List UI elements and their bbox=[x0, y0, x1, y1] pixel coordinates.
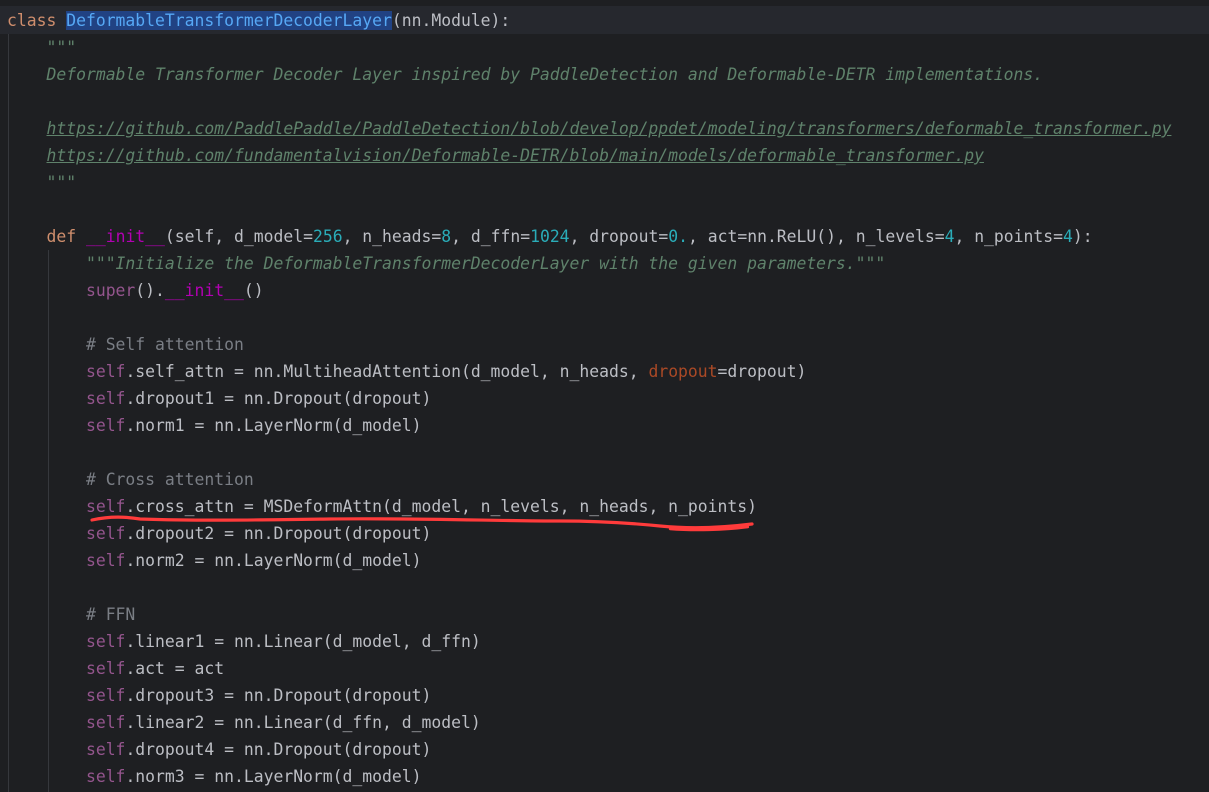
code-text: .norm1 = nn.LayerNorm(d_model) bbox=[125, 416, 422, 435]
code-text: .act = act bbox=[125, 659, 225, 678]
code-line[interactable]: self.act = act bbox=[0, 655, 1171, 682]
code-text: .dropout2 = nn.Dropout(dropout) bbox=[125, 524, 432, 543]
number-literal: 1024 bbox=[530, 227, 570, 246]
code-text: .norm3 = nn.LayerNorm(d_model) bbox=[125, 767, 422, 786]
code-text: .dropout4 = nn.Dropout(dropout) bbox=[125, 740, 432, 759]
docstring-link[interactable]: https://github.com/fundamentalvision/Def… bbox=[46, 146, 983, 165]
method-name[interactable]: __init__ bbox=[86, 227, 165, 246]
method-docstring: """Initialize the DeformableTransformerD… bbox=[85, 254, 886, 273]
named-argument: dropout bbox=[648, 362, 718, 381]
params-text: , n_points= bbox=[954, 227, 1064, 246]
code-line[interactable]: self.norm3 = nn.LayerNorm(d_model) bbox=[0, 763, 1171, 790]
code-line[interactable] bbox=[0, 196, 1171, 223]
self-keyword: self bbox=[85, 713, 126, 732]
code-line[interactable]: super().__init__() bbox=[0, 277, 1171, 304]
code-line[interactable]: # FFN bbox=[0, 601, 1171, 628]
self-keyword: self bbox=[85, 767, 126, 786]
class-base: (nn.Module): bbox=[391, 11, 511, 30]
comment: # FFN bbox=[85, 605, 136, 624]
self-keyword: self bbox=[85, 686, 126, 705]
params-text: , n_heads= bbox=[342, 227, 442, 246]
number-literal: 4 bbox=[944, 227, 955, 246]
code-line[interactable]: """ bbox=[0, 169, 1171, 196]
self-keyword: self bbox=[85, 632, 126, 651]
code-line[interactable]: self.dropout3 = nn.Dropout(dropout) bbox=[0, 682, 1171, 709]
code-line[interactable]: self.self_attn = nn.MultiheadAttention(d… bbox=[0, 358, 1171, 385]
number-literal: 4 bbox=[1063, 227, 1073, 246]
code-line[interactable] bbox=[0, 574, 1171, 601]
docstring-link[interactable]: https://github.com/PaddlePaddle/PaddleDe… bbox=[46, 119, 1171, 138]
number-literal: 256 bbox=[312, 227, 343, 246]
number-literal: 8 bbox=[441, 227, 452, 246]
code-line[interactable]: https://github.com/fundamentalvision/Def… bbox=[0, 142, 1171, 169]
code-text: .linear2 = nn.Linear(d_ffn, d_model) bbox=[125, 713, 481, 732]
code-text: () bbox=[243, 281, 264, 300]
comment: # Self attention bbox=[85, 335, 244, 354]
code-text: .dropout1 = nn.Dropout(dropout) bbox=[125, 389, 432, 408]
docstring-close: """ bbox=[46, 173, 77, 192]
self-keyword: self bbox=[85, 362, 126, 381]
builtin-super[interactable]: super bbox=[86, 281, 135, 300]
code-line[interactable]: self.linear1 = nn.Linear(d_model, d_ffn) bbox=[0, 628, 1171, 655]
self-keyword: self bbox=[85, 497, 126, 516]
code-text: =dropout) bbox=[717, 362, 807, 381]
code-lines[interactable]: class DeformableTransformerDecoderLayer(… bbox=[0, 7, 1171, 790]
code-line[interactable]: # Cross attention bbox=[0, 466, 1171, 493]
params-text: , dropout= bbox=[569, 227, 669, 246]
keyword: def bbox=[46, 227, 77, 246]
number-literal: 0. bbox=[668, 227, 688, 246]
code-text: .linear1 = nn.Linear(d_model, d_ffn) bbox=[125, 632, 481, 651]
self-keyword: self bbox=[85, 659, 126, 678]
code-line[interactable]: """ bbox=[0, 34, 1171, 61]
self-keyword: self bbox=[85, 524, 126, 543]
class-name[interactable]: DeformableTransformerDecoderLayer bbox=[66, 11, 392, 30]
code-line[interactable]: self.linear2 = nn.Linear(d_ffn, d_model) bbox=[0, 709, 1171, 736]
code-editor[interactable]: """" class DeformableTransformerDecoderL… bbox=[0, 0, 1209, 792]
params-text: (self, d_model= bbox=[164, 227, 313, 246]
code-line[interactable]: self.norm2 = nn.LayerNorm(d_model) bbox=[0, 547, 1171, 574]
code-line[interactable]: self.cross_attn = MSDeformAttn(d_model, … bbox=[0, 493, 1171, 520]
code-text: (). bbox=[135, 281, 165, 300]
docstring-text: Deformable Transformer Decoder Layer ins… bbox=[46, 65, 1044, 84]
self-keyword: self bbox=[85, 551, 126, 570]
docstring-open: """ bbox=[46, 38, 77, 57]
code-text: .dropout3 = nn.Dropout(dropout) bbox=[125, 686, 432, 705]
method-name[interactable]: __init__ bbox=[165, 281, 244, 300]
code-line[interactable]: # Self attention bbox=[0, 331, 1171, 358]
code-line[interactable]: class DeformableTransformerDecoderLayer(… bbox=[0, 7, 1171, 34]
self-keyword: self bbox=[85, 389, 126, 408]
code-line[interactable]: Deformable Transformer Decoder Layer ins… bbox=[0, 61, 1171, 88]
self-keyword: self bbox=[85, 740, 126, 759]
params-text: , act=nn.ReLU(), n_levels= bbox=[688, 227, 945, 246]
keyword: class bbox=[7, 11, 57, 30]
code-line[interactable]: """Initialize the DeformableTransformerD… bbox=[0, 250, 1171, 277]
code-line[interactable]: self.dropout2 = nn.Dropout(dropout) bbox=[0, 520, 1171, 547]
code-line[interactable]: https://github.com/PaddlePaddle/PaddleDe… bbox=[0, 115, 1171, 142]
code-line[interactable] bbox=[0, 439, 1171, 466]
code-line[interactable]: def __init__(self, d_model=256, n_heads=… bbox=[0, 223, 1171, 250]
code-text: .self_attn = nn.MultiheadAttention(d_mod… bbox=[125, 362, 649, 381]
code-line[interactable] bbox=[0, 88, 1171, 115]
code-text: .cross_attn = MSDeformAttn(d_model, n_le… bbox=[125, 497, 757, 516]
self-keyword: self bbox=[85, 416, 126, 435]
params-text: ): bbox=[1072, 227, 1093, 246]
code-line[interactable] bbox=[0, 304, 1171, 331]
code-line[interactable]: self.norm1 = nn.LayerNorm(d_model) bbox=[0, 412, 1171, 439]
code-line[interactable]: self.dropout1 = nn.Dropout(dropout) bbox=[0, 385, 1171, 412]
comment: # Cross attention bbox=[85, 470, 254, 489]
params-text: , d_ffn= bbox=[451, 227, 531, 246]
code-text: .norm2 = nn.LayerNorm(d_model) bbox=[125, 551, 422, 570]
code-line[interactable]: self.dropout4 = nn.Dropout(dropout) bbox=[0, 736, 1171, 763]
